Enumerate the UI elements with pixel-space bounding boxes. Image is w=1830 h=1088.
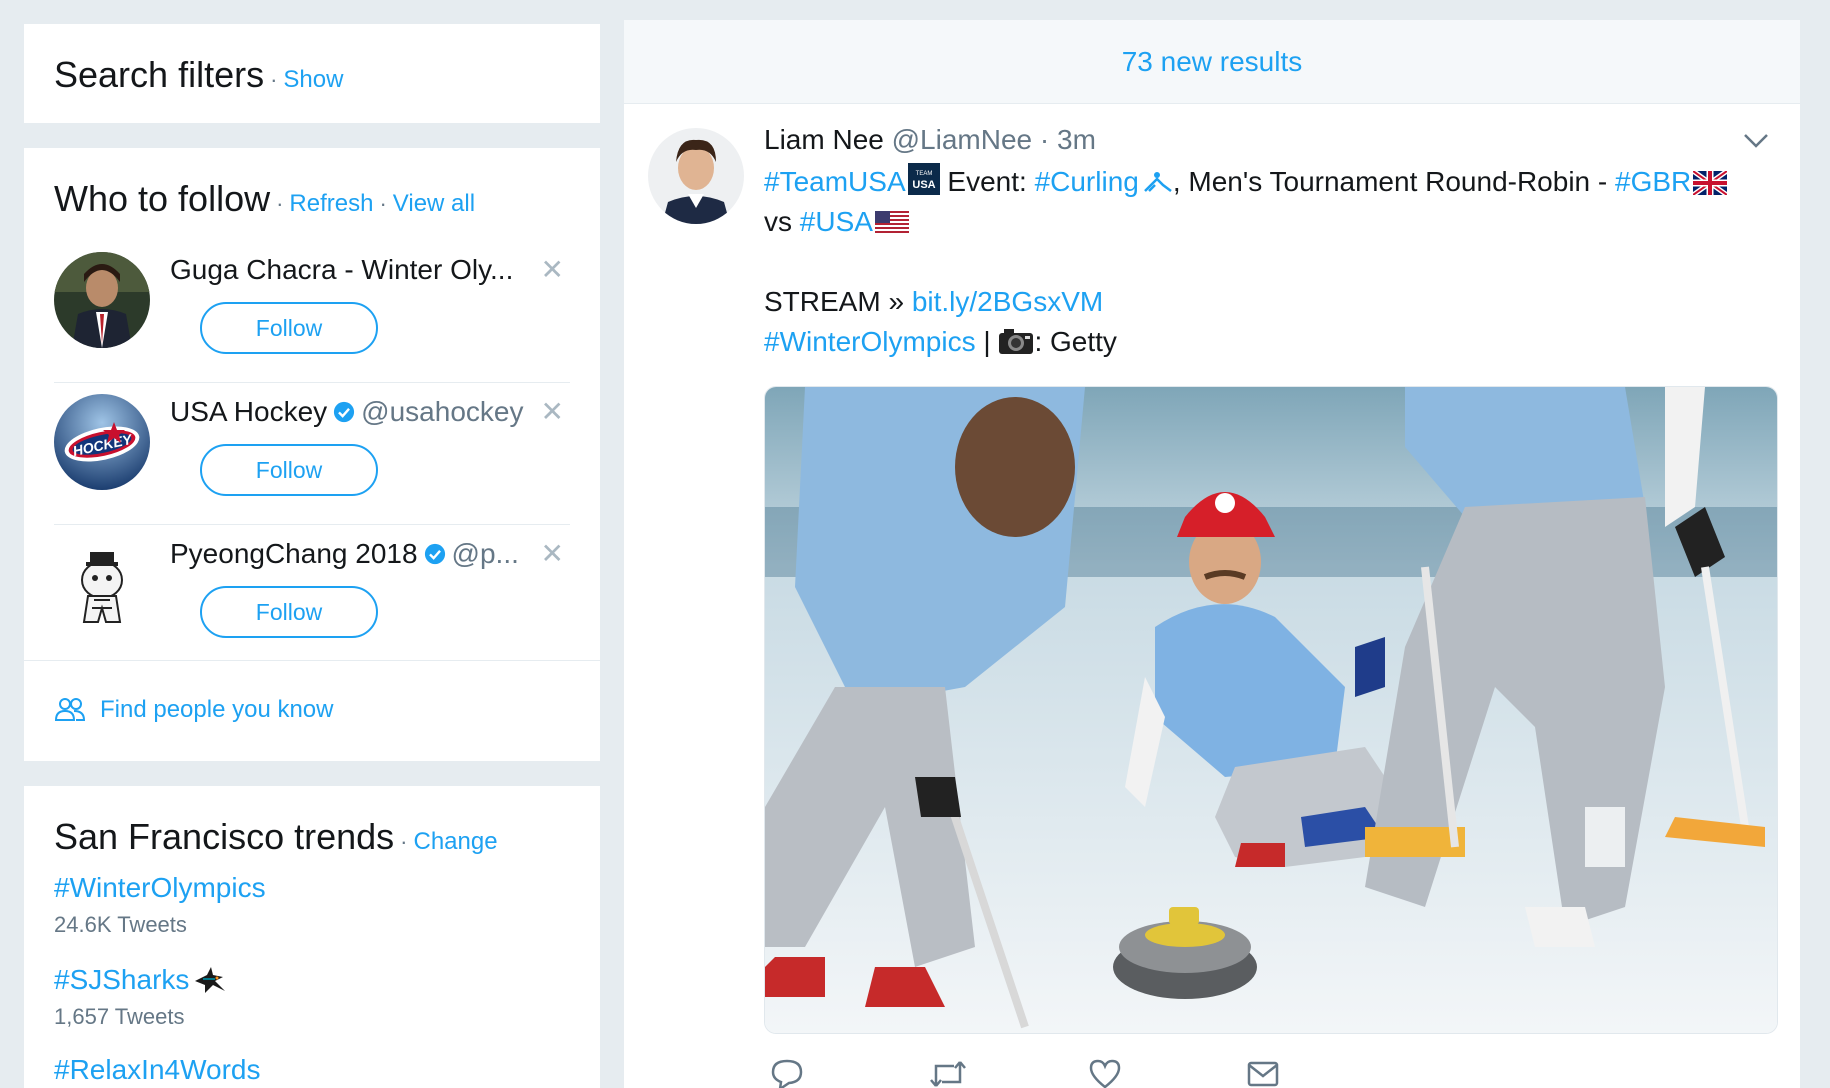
follow-button[interactable]: Follow — [200, 586, 378, 638]
uk-flag-icon — [1693, 171, 1728, 195]
avatar[interactable] — [54, 252, 150, 348]
avatar[interactable] — [54, 536, 150, 632]
who-to-follow-heading: Who to follow — [54, 178, 271, 219]
who-to-follow-card: Who to follow · Refresh · View all Guga Chac… — [24, 148, 600, 761]
suggestion-handle: @p... — [451, 538, 519, 569]
search-filters-card: Search filters · Show — [24, 24, 600, 123]
view-all-link[interactable]: View all — [393, 190, 475, 217]
tweet-text-segment: , Men's Tournament Round-Robin - — [1172, 166, 1616, 197]
trend-tag[interactable]: #SJSharks — [54, 964, 227, 996]
who-to-follow-title: Who to follow · Refresh · View all — [54, 178, 476, 219]
trend-item[interactable]: #WinterOlympics 24.6K Tweets — [54, 872, 266, 938]
suggestion-name[interactable]: Guga Chacra - Winter Oly... — [170, 254, 530, 286]
timeline: 73 new results Liam Nee @LiamNee · 3m #T… — [624, 20, 1800, 1088]
trend-tag[interactable]: #WinterOlympics — [54, 872, 266, 904]
tweet-line: vs #USA — [764, 202, 1764, 242]
dismiss-icon[interactable]: ✕ — [541, 398, 564, 426]
suggestion-display-name: PyeongChang 2018 — [170, 538, 418, 569]
like-icon[interactable] — [1088, 1058, 1122, 1088]
tweet-avatar[interactable] — [648, 128, 744, 224]
divider — [54, 382, 570, 383]
trends-title: San Francisco trends · Change — [54, 816, 498, 857]
suggestion-handle: @usahockey — [361, 396, 524, 427]
search-filters-heading: Search filters — [54, 54, 265, 95]
suggestion-display-name: USA Hockey — [170, 396, 328, 427]
verified-badge-icon — [334, 401, 355, 423]
dismiss-icon[interactable]: ✕ — [541, 256, 564, 284]
curling-icon — [1143, 172, 1172, 192]
refresh-link[interactable]: Refresh — [289, 190, 373, 217]
svg-text:USA: USA — [912, 179, 935, 191]
hashtag-link[interactable]: #Curling — [1035, 166, 1139, 197]
trends-card: San Francisco trends · Change #WinterOlymp… — [24, 786, 600, 1088]
avatar[interactable]: HOCKEY — [54, 394, 150, 490]
team-usa-icon: TEAM USA — [907, 163, 940, 195]
change-location-link[interactable]: Change — [413, 828, 497, 855]
chevron-down-icon[interactable] — [1742, 132, 1770, 150]
stream-link[interactable]: bit.ly/2BGsxVM — [912, 286, 1103, 317]
tweet-header: Liam Nee @LiamNee · 3m — [764, 124, 1096, 156]
search-filters-title: Search filters · Show — [54, 54, 344, 95]
hashtag-link[interactable]: #WinterOlympics — [764, 326, 976, 357]
find-people-link[interactable]: Find people you know — [54, 696, 333, 724]
shark-icon — [195, 967, 226, 993]
hashtag-link[interactable]: #GBR — [1615, 166, 1691, 197]
new-results-banner[interactable]: 73 new results — [624, 20, 1800, 104]
tweet-timestamp[interactable]: · 3m — [1040, 124, 1096, 155]
find-people-label: Find people you know — [100, 696, 334, 723]
divider — [54, 524, 570, 525]
tweet-line: #WinterOlympics | : Getty — [764, 322, 1764, 362]
follow-suggestion: PyeongChang 2018 @p... ✕ Follow — [54, 526, 570, 666]
tweet-author-handle[interactable]: @LiamNee — [892, 124, 1032, 155]
follow-button[interactable]: Follow — [200, 444, 378, 496]
tweet-text-segment: vs — [764, 206, 800, 237]
tweet-text-segment: | — [975, 326, 999, 357]
camera-icon — [999, 329, 1034, 354]
suggestion-name[interactable]: USA Hockey @usahockey — [170, 396, 530, 428]
show-filters-link[interactable]: Show — [283, 66, 343, 93]
trend-item[interactable]: #RelaxIn4Words — [54, 1054, 260, 1086]
tweet-author-name[interactable]: Liam Nee — [764, 124, 884, 155]
tweet-text-segment: Event: — [939, 166, 1035, 197]
trend-count: 24.6K Tweets — [54, 912, 187, 937]
tweet-text-segment: : Getty — [1034, 326, 1117, 357]
tweet-photo[interactable] — [764, 386, 1778, 1034]
follow-suggestion: HOCKEY USA Hockey @usahockey ✕ Follow — [54, 384, 570, 524]
follow-suggestion: Guga Chacra - Winter Oly... ✕ Follow — [54, 242, 570, 382]
reply-icon[interactable] — [770, 1058, 804, 1088]
tweet-line: #TeamUSA TEAM USA Event: #Curling , Men's T… — [764, 162, 1764, 202]
tweet-text-segment: STREAM » — [764, 286, 912, 317]
trends-heading: San Francisco trends — [54, 816, 395, 857]
direct-message-icon[interactable] — [1246, 1058, 1280, 1088]
trend-tag-text: #SJSharks — [54, 964, 190, 995]
dismiss-icon[interactable]: ✕ — [541, 540, 564, 568]
hashtag-link[interactable]: #TeamUSA — [764, 166, 906, 197]
tweet-text: #TeamUSA TEAM USA Event: #Curling , Men's T… — [764, 162, 1764, 362]
svg-text:TEAM: TEAM — [915, 171, 932, 177]
trend-count: 1,657 Tweets — [54, 1004, 185, 1029]
trend-item[interactable]: #SJSharks 1,657 Tweets — [54, 964, 227, 1030]
divider — [24, 660, 600, 661]
hashtag-link[interactable]: #USA — [800, 206, 873, 237]
tweet-actions — [770, 1058, 1279, 1088]
follow-button[interactable]: Follow — [200, 302, 378, 354]
retweet-icon[interactable] — [928, 1058, 968, 1088]
us-flag-icon — [874, 211, 909, 235]
verified-badge-icon — [424, 543, 445, 565]
tweet-line: STREAM » bit.ly/2BGsxVM — [764, 282, 1764, 322]
trend-tag[interactable]: #RelaxIn4Words — [54, 1054, 260, 1086]
people-icon — [54, 698, 86, 721]
suggestion-name[interactable]: PyeongChang 2018 @p... — [170, 538, 530, 570]
